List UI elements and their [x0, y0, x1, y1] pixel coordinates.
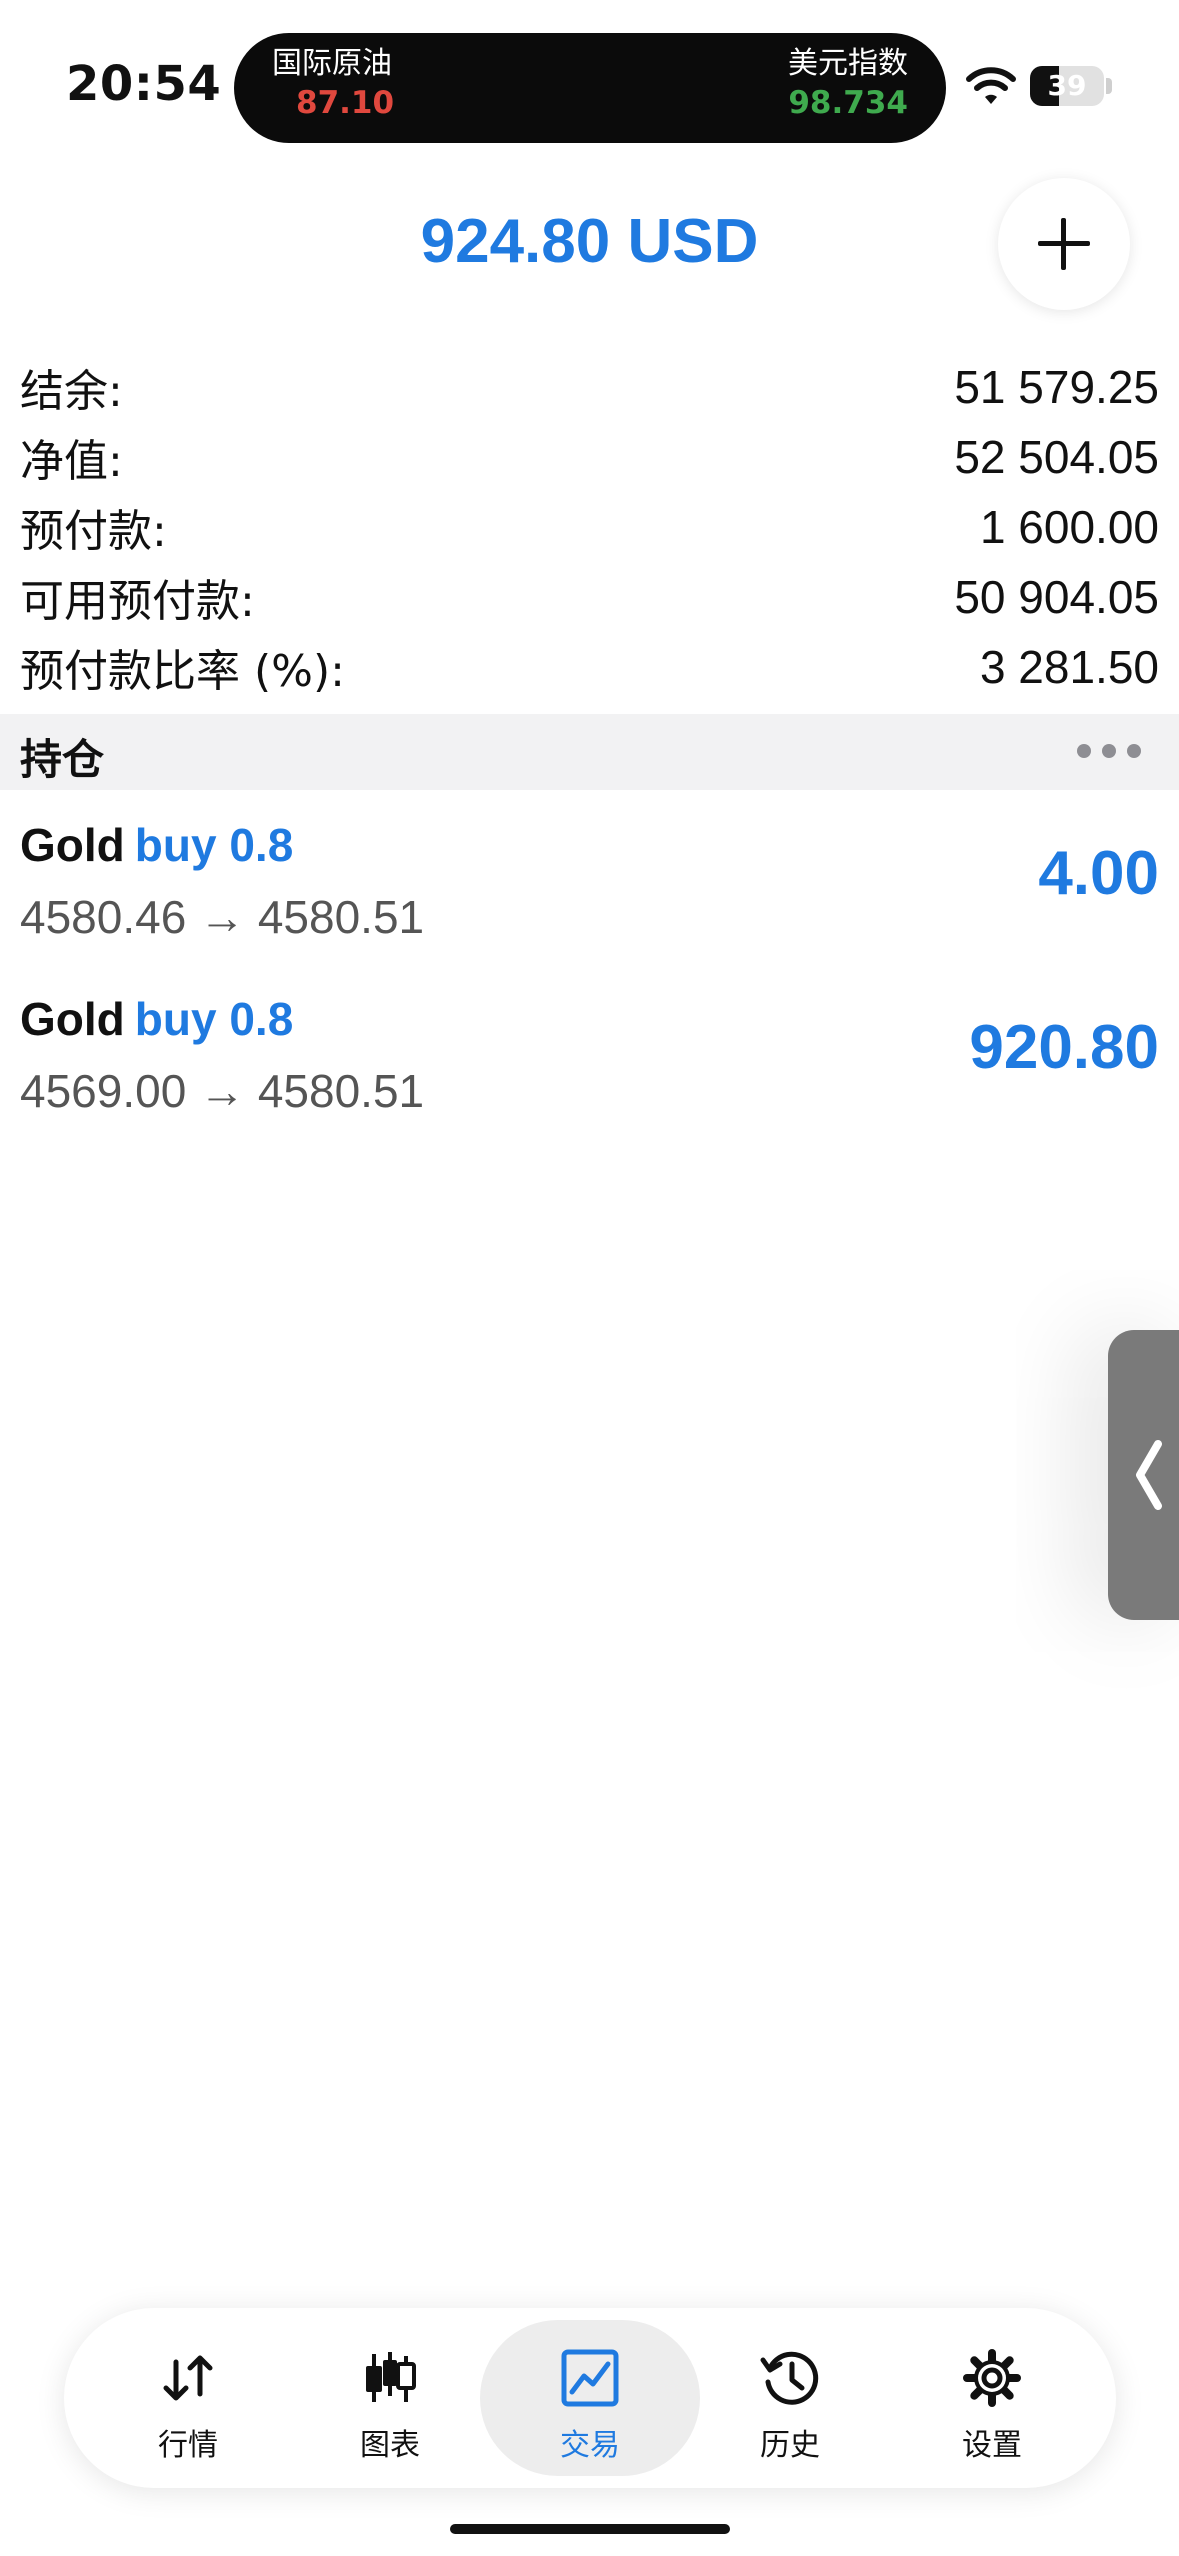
plus-icon-stroke — [1061, 218, 1066, 270]
tab-history[interactable]: 历史 — [680, 2320, 900, 2476]
position-title: Gold buy 0.8 — [20, 818, 293, 872]
section-title: 持仓 — [20, 735, 105, 784]
wifi-icon — [966, 67, 1016, 104]
tab-label: 历史 — [760, 2428, 820, 2463]
position-side: buy 0.8 — [134, 819, 294, 871]
summary-label: 预付款: — [20, 506, 167, 557]
tab-label: 行情 — [158, 2428, 218, 2463]
battery-level: 39 — [1047, 69, 1087, 102]
summary-value: 51 579.25 — [954, 361, 1159, 413]
ticker-value: 98.734 — [788, 84, 908, 121]
dynamic-island[interactable]: 国际原油 87.10 美元指数 98.734 — [234, 33, 946, 143]
bottom-tab-bar: 行情 图表 交易 历史 设置 — [64, 2308, 1116, 2488]
summary-row-balance: 结余: 51 579.25 — [20, 352, 1159, 422]
more-dot — [1077, 744, 1091, 758]
ticker-value: 87.10 — [296, 84, 395, 121]
trade-chart-icon — [561, 2349, 619, 2407]
summary-row-margin: 预付款: 1 600.00 — [20, 492, 1159, 562]
position-symbol: Gold — [20, 819, 125, 871]
battery-icon: 39 — [1030, 66, 1104, 106]
position-side: buy 0.8 — [134, 993, 294, 1045]
history-clock-icon — [760, 2351, 819, 2405]
candlestick-chart-icon — [366, 2352, 416, 2402]
position-profit: 920.80 — [969, 1013, 1159, 1082]
summary-value: 52 504.05 — [954, 431, 1159, 483]
battery-cap — [1106, 78, 1112, 94]
status-time: 20:54 — [66, 56, 222, 112]
summary-row-equity: 净值: 52 504.05 — [20, 422, 1159, 492]
tab-quotes[interactable]: 行情 — [78, 2320, 298, 2476]
summary-label: 可用预付款: — [20, 576, 255, 627]
summary-label: 预付款比率 (%): — [20, 646, 345, 697]
tab-trade[interactable]: 交易 — [480, 2320, 700, 2476]
position-profit: 4.00 — [1038, 839, 1159, 908]
home-indicator — [450, 2524, 730, 2534]
summary-row-free-margin: 可用预付款: 50 904.05 — [20, 562, 1159, 632]
more-dot — [1127, 744, 1141, 758]
open-price: 4569.00 — [20, 1065, 187, 1117]
tab-charts[interactable]: 图表 — [280, 2320, 500, 2476]
tab-label: 图表 — [360, 2428, 420, 2463]
more-horizontal-icon[interactable] — [1077, 744, 1141, 758]
side-drawer-handle[interactable] — [1108, 1330, 1179, 1620]
settings-gear-icon — [963, 2349, 1021, 2407]
more-dot — [1102, 744, 1116, 758]
summary-value: 50 904.05 — [954, 571, 1159, 623]
price-arrow: → — [199, 891, 246, 943]
summary-value: 3 281.50 — [979, 641, 1159, 693]
add-order-button[interactable] — [998, 178, 1130, 310]
summary-row-margin-level: 预付款比率 (%): 3 281.50 — [20, 632, 1159, 702]
position-symbol: Gold — [20, 993, 125, 1045]
summary-label: 净值: — [20, 436, 123, 487]
open-price: 4580.46 — [20, 891, 187, 943]
price-arrow: → — [199, 1065, 246, 1117]
quotes-arrows-icon — [163, 2355, 213, 2401]
summary-label: 结余: — [20, 366, 123, 417]
position-row[interactable]: Gold buy 0.8 4569.00 → 4580.51 920.80 — [0, 978, 1179, 1148]
current-price: 4580.51 — [257, 891, 425, 943]
ticker-dollar-index[interactable]: 美元指数 98.734 — [788, 46, 908, 121]
current-price: 4580.51 — [257, 1065, 425, 1117]
ticker-crude-oil[interactable]: 国际原油 87.10 — [272, 46, 395, 121]
position-prices: 4569.00 → 4580.51 — [20, 1064, 424, 1118]
position-title: Gold buy 0.8 — [20, 992, 293, 1046]
ticker-name: 国际原油 — [272, 46, 392, 81]
position-prices: 4580.46 → 4580.51 — [20, 890, 424, 944]
tab-label: 设置 — [962, 2428, 1022, 2463]
positions-header: 持仓 — [0, 714, 1179, 790]
chevron-left-icon — [1136, 1440, 1162, 1510]
tab-label: 交易 — [560, 2428, 620, 2463]
ticker-name: 美元指数 — [788, 46, 908, 81]
summary-value: 1 600.00 — [979, 501, 1159, 553]
tab-settings[interactable]: 设置 — [882, 2320, 1102, 2476]
position-row[interactable]: Gold buy 0.8 4580.46 → 4580.51 4.00 — [0, 804, 1179, 974]
